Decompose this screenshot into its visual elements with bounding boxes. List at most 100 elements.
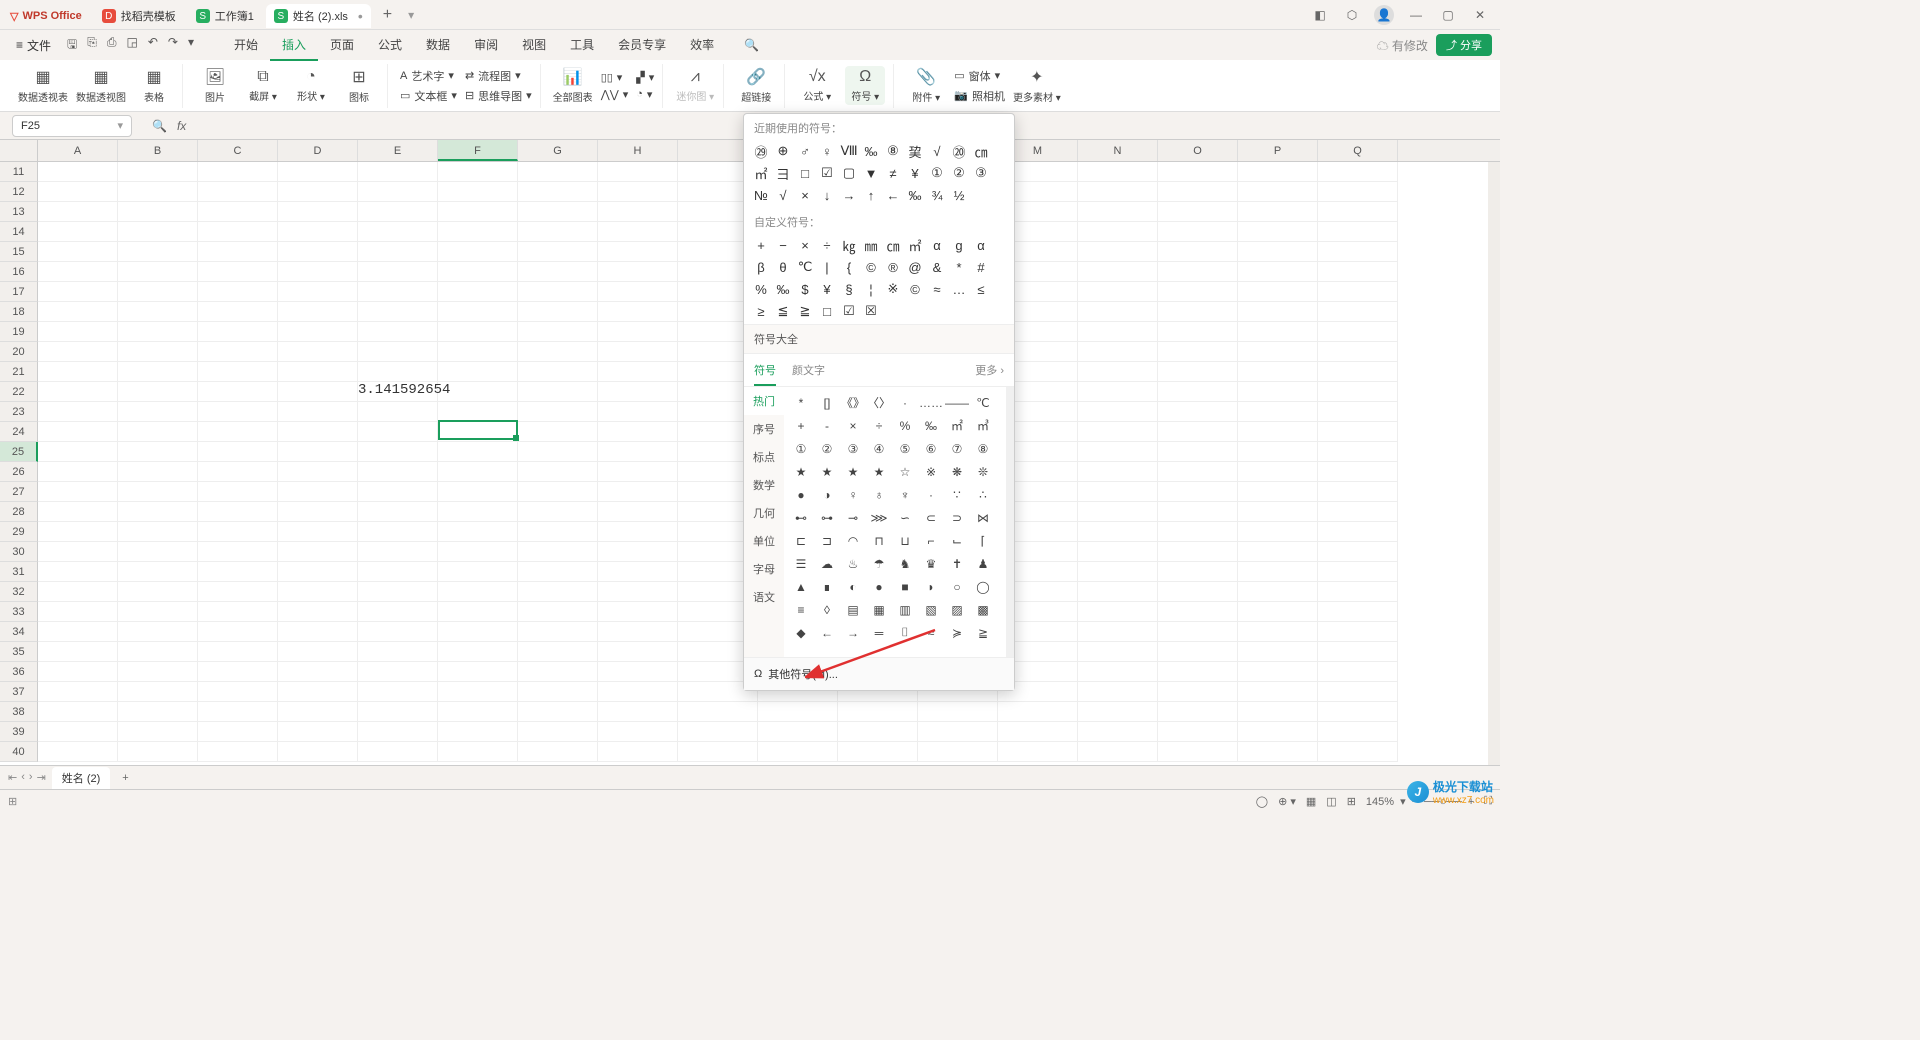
- cell[interactable]: [438, 542, 518, 562]
- symbol-item[interactable]: ▨: [944, 598, 970, 621]
- cell[interactable]: [1078, 302, 1158, 322]
- cell[interactable]: [1158, 362, 1238, 382]
- symbol-item[interactable]: β: [750, 256, 772, 278]
- cell[interactable]: [598, 402, 678, 422]
- symbol-item[interactable]: ㎜: [860, 234, 882, 256]
- cell[interactable]: [1238, 622, 1318, 642]
- symbol-item[interactable]: ▢: [838, 162, 860, 184]
- cell[interactable]: [518, 662, 598, 682]
- cell[interactable]: [278, 422, 358, 442]
- cell[interactable]: [118, 642, 198, 662]
- symbol-item[interactable]: →: [838, 184, 860, 206]
- symbol-item[interactable]: +: [750, 234, 772, 256]
- prev-sheet-button[interactable]: ‹: [21, 771, 25, 784]
- cell[interactable]: [1158, 662, 1238, 682]
- symbol-item[interactable]: ∵: [944, 483, 970, 506]
- cell[interactable]: [1158, 702, 1238, 722]
- cell[interactable]: [518, 602, 598, 622]
- symbol-item[interactable]: ◯: [970, 575, 996, 598]
- symbol-item[interactable]: ⑳: [948, 140, 970, 162]
- symbol-item[interactable]: ③: [970, 162, 992, 184]
- mindmap-button[interactable]: ⊟思维导图 ▾: [465, 88, 532, 104]
- cell[interactable]: [1318, 702, 1398, 722]
- cell[interactable]: [1078, 642, 1158, 662]
- symbol-item[interactable]: ㎡: [944, 414, 970, 437]
- cell[interactable]: [1158, 182, 1238, 202]
- cell[interactable]: [1158, 482, 1238, 502]
- symbol-item[interactable]: ㎥: [970, 414, 996, 437]
- symbol-item[interactable]: ♂: [794, 140, 816, 162]
- cell[interactable]: [358, 482, 438, 502]
- tab-kaomoji[interactable]: 颜文字: [792, 362, 825, 386]
- symbol-item[interactable]: ═: [866, 621, 892, 644]
- symbol-item[interactable]: ◑: [814, 483, 840, 506]
- cell[interactable]: [1078, 162, 1158, 182]
- cell[interactable]: [1158, 682, 1238, 702]
- row-header[interactable]: 32: [0, 582, 38, 602]
- symbol-item[interactable]: ①: [788, 437, 814, 460]
- cell[interactable]: [438, 282, 518, 302]
- avatar-icon[interactable]: 👤: [1374, 5, 1394, 25]
- symbol-item[interactable]: →: [840, 621, 866, 644]
- cell[interactable]: [598, 262, 678, 282]
- tab-workbook1[interactable]: S 工作簿1: [188, 4, 262, 28]
- cell[interactable]: [1078, 342, 1158, 362]
- symbol-item[interactable]: ×: [840, 414, 866, 437]
- symbol-item[interactable]: ★: [866, 460, 892, 483]
- view-page-button[interactable]: ◫: [1326, 795, 1336, 808]
- symbol-item[interactable]: ◊: [814, 598, 840, 621]
- cell[interactable]: [598, 462, 678, 482]
- cell[interactable]: [118, 722, 198, 742]
- cell[interactable]: [1238, 682, 1318, 702]
- cell[interactable]: [1318, 242, 1398, 262]
- cell[interactable]: [1158, 722, 1238, 742]
- cell[interactable]: [358, 522, 438, 542]
- cell[interactable]: [438, 662, 518, 682]
- cube-icon[interactable]: ⬡: [1342, 5, 1362, 25]
- menu-tab-公式[interactable]: 公式: [366, 30, 414, 61]
- cell[interactable]: [198, 542, 278, 562]
- symbol-item[interactable]: ◗: [918, 575, 944, 598]
- symbol-item[interactable]: √: [772, 184, 794, 206]
- symbol-item[interactable]: ×: [794, 184, 816, 206]
- symbol-item[interactable]: ⌐: [918, 529, 944, 552]
- col-header[interactable]: N: [1078, 140, 1158, 161]
- cell[interactable]: [598, 362, 678, 382]
- cell[interactable]: [358, 722, 438, 742]
- cell[interactable]: [358, 582, 438, 602]
- textbox-button[interactable]: ▭文本框 ▾: [400, 88, 457, 104]
- cell[interactable]: [1238, 522, 1318, 542]
- cell[interactable]: [118, 422, 198, 442]
- cell[interactable]: [518, 562, 598, 582]
- cell[interactable]: [1158, 382, 1238, 402]
- symbol-item[interactable]: ‰: [904, 184, 926, 206]
- close-button[interactable]: ✕: [1470, 5, 1490, 25]
- cell[interactable]: [38, 442, 118, 462]
- cell[interactable]: [598, 482, 678, 502]
- cell[interactable]: [518, 522, 598, 542]
- cell[interactable]: [278, 722, 358, 742]
- symbol-item[interactable]: ‰: [772, 278, 794, 300]
- cell[interactable]: [758, 742, 838, 762]
- symbol-item[interactable]: ≠: [882, 162, 904, 184]
- symbol-item[interactable]: ©: [860, 256, 882, 278]
- sparkline-button[interactable]: ⩘迷你图 ▾: [675, 68, 715, 103]
- cell[interactable]: [278, 442, 358, 462]
- cell[interactable]: [438, 622, 518, 642]
- symbol-item[interactable]: ⑥: [918, 437, 944, 460]
- cell[interactable]: [598, 582, 678, 602]
- cell[interactable]: [278, 682, 358, 702]
- bar-chart-button[interactable]: ▯▯ ▾: [601, 71, 629, 84]
- cell[interactable]: [1318, 342, 1398, 362]
- symbol-item[interactable]: ☂: [866, 552, 892, 575]
- row-header[interactable]: 21: [0, 362, 38, 382]
- cell[interactable]: [1078, 702, 1158, 722]
- symbol-item[interactable]: ♆: [892, 483, 918, 506]
- cell[interactable]: [38, 402, 118, 422]
- cell[interactable]: [118, 402, 198, 422]
- symbol-item[interactable]: ★: [840, 460, 866, 483]
- cell[interactable]: [278, 182, 358, 202]
- cell[interactable]: [278, 162, 358, 182]
- target-icon[interactable]: ⊕ ▾: [1278, 795, 1296, 808]
- cell[interactable]: [358, 342, 438, 362]
